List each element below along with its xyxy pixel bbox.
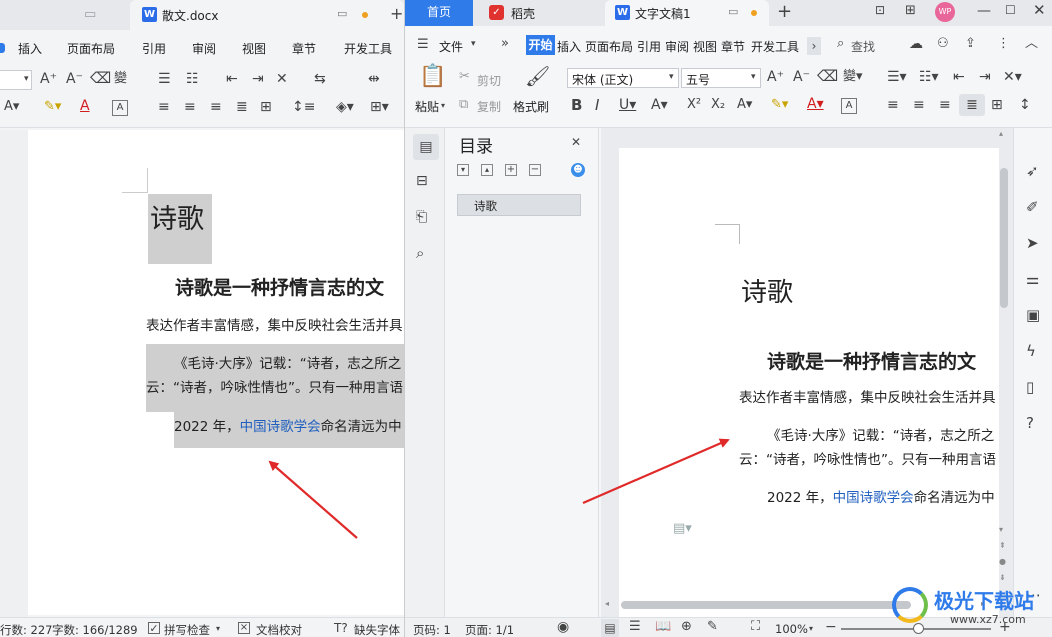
- watermark-url: www.xz7.com: [950, 613, 1026, 626]
- arrow-left-doc: [268, 460, 358, 539]
- annotation-arrows: [268, 438, 730, 539]
- watermark-logo: [892, 587, 928, 623]
- watermark-text: 极光下载站: [934, 589, 1034, 613]
- watermark: 极光下载站 www.xz7.com: [890, 583, 1050, 635]
- arrow-right-doc: [582, 438, 730, 505]
